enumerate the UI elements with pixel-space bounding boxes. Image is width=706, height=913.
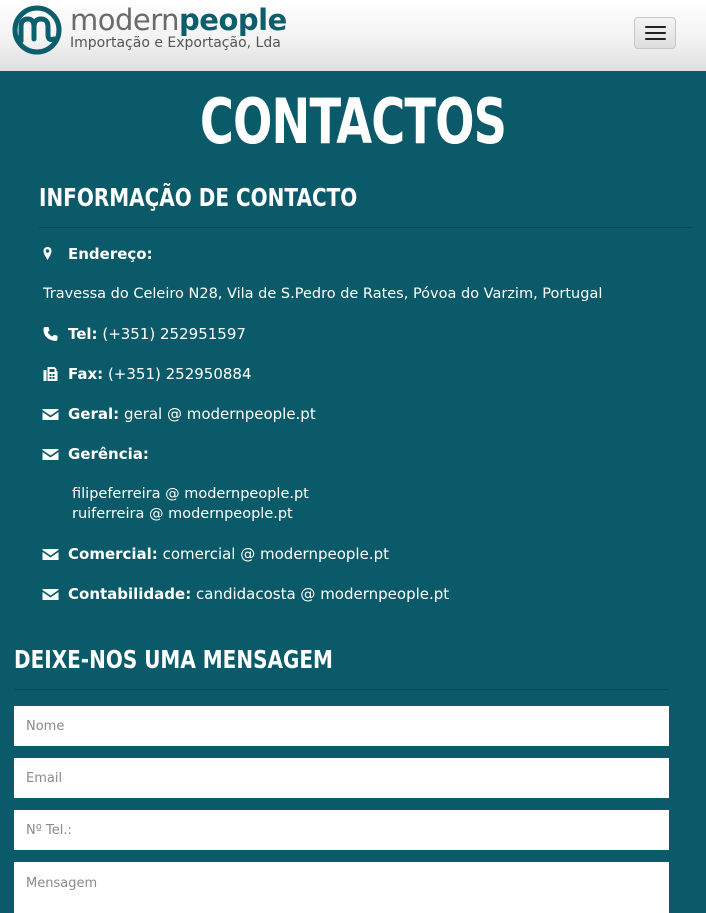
phone-input[interactable] xyxy=(14,810,669,850)
gerencia-email[interactable]: ruiferreira @ modernpeople.pt xyxy=(72,504,293,524)
address-label: Endereço: xyxy=(68,245,153,263)
gerencia-email[interactable]: filipeferreira @ modernpeople.pt xyxy=(72,484,309,504)
divider xyxy=(14,689,669,690)
company-logo[interactable]: modernpeople Importação e Exportação, Ld… xyxy=(12,3,312,60)
contabilidade-label: Contabilidade: xyxy=(68,585,192,603)
logo-subtitle: Importação e Exportação, Lda xyxy=(70,35,281,51)
tel-label: Tel: xyxy=(68,325,98,343)
hamburger-bar xyxy=(645,38,666,40)
comercial-email[interactable]: comercial @ modernpeople.pt xyxy=(163,545,389,563)
envelope-icon xyxy=(42,549,59,560)
address-value: Travessa do Celeiro N28, Vila de S.Pedro… xyxy=(43,286,603,302)
fax-label: Fax: xyxy=(68,365,104,383)
page-title: CONTACTOS xyxy=(199,85,507,158)
top-navbar: modernpeople Importação e Exportação, Ld… xyxy=(0,0,706,71)
contact-info-heading: INFORMAÇÃO DE CONTACTO xyxy=(39,183,358,212)
hamburger-bar xyxy=(645,26,666,28)
contact-form-heading: DEIXE-NOS UMA MENSAGEM xyxy=(14,645,333,674)
message-textarea[interactable] xyxy=(14,862,669,913)
hamburger-menu-button[interactable] xyxy=(634,17,676,49)
fax-icon xyxy=(43,367,58,381)
comercial-label: Comercial: xyxy=(68,545,158,563)
email-input[interactable] xyxy=(14,758,669,798)
envelope-icon xyxy=(42,409,59,420)
fax-value: (+351) 252950884 xyxy=(107,365,252,383)
map-marker-icon xyxy=(43,247,52,260)
envelope-icon xyxy=(42,449,59,460)
divider xyxy=(39,227,692,228)
envelope-icon xyxy=(42,589,59,600)
name-input[interactable] xyxy=(14,706,669,746)
contabilidade-email[interactable]: candidacosta @ modernpeople.pt xyxy=(196,585,449,603)
phone-icon xyxy=(43,327,58,341)
geral-label: Geral: xyxy=(68,405,120,423)
tel-value[interactable]: (+351) 252951597 xyxy=(102,325,246,343)
geral-email[interactable]: geral @ modernpeople.pt xyxy=(124,405,316,423)
logo-mark-icon xyxy=(12,5,62,55)
hamburger-bar xyxy=(645,32,666,34)
gerencia-label: Gerência: xyxy=(68,445,149,463)
